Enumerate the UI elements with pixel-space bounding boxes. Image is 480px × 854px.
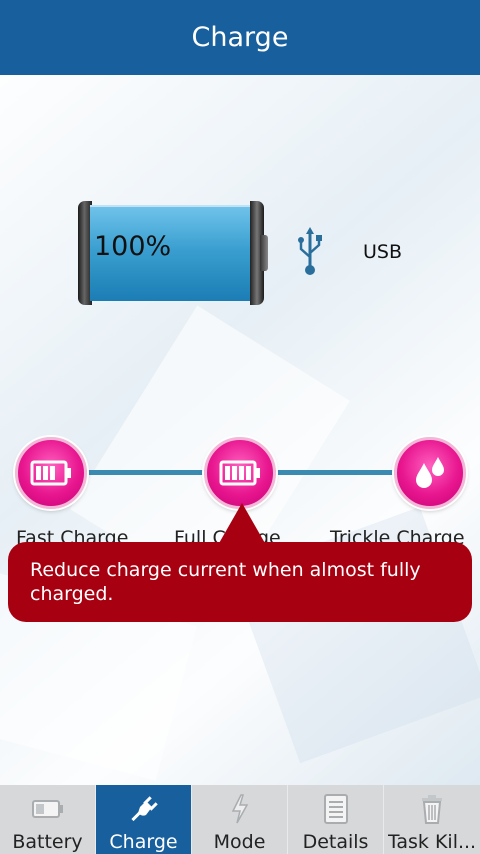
lightning-icon [231, 794, 248, 824]
tooltip-pointer [218, 503, 266, 545]
tab-task-killer-label: Task Kil... [387, 831, 477, 853]
full-charge-button[interactable] [204, 437, 276, 509]
mode-track [84, 470, 208, 475]
droplets-icon [416, 457, 444, 488]
charge-source-label: USB [363, 241, 403, 263]
page-title: Charge [191, 22, 289, 53]
tab-mode-label: Mode [213, 831, 266, 853]
battery-half-icon [30, 460, 71, 486]
fast-charge-button[interactable] [15, 437, 87, 509]
battery-percent: 100% [94, 231, 172, 262]
tooltip-text: Reduce charge current when almost fully … [30, 559, 421, 605]
tab-task-killer[interactable]: Task Kil... [384, 785, 480, 854]
document-icon [323, 794, 348, 824]
tab-battery[interactable]: Battery [0, 785, 96, 854]
trash-icon [422, 795, 442, 824]
app-header: Charge [0, 0, 480, 75]
mode-tooltip: Reduce charge current when almost fully … [8, 542, 472, 622]
tab-charge[interactable]: Charge [96, 785, 192, 854]
battery-icon [31, 800, 63, 818]
bottom-nav: Battery Charge Mode Details Task Kil... [0, 785, 480, 854]
tab-details-label: Details [302, 831, 369, 853]
battery-full-icon [219, 460, 260, 486]
tab-details[interactable]: Details [288, 785, 384, 854]
mode-track [272, 470, 396, 475]
battery-indicator: 100% [78, 201, 268, 305]
tab-charge-label: Charge [109, 831, 178, 853]
plug-icon [130, 796, 158, 822]
tab-mode[interactable]: Mode [192, 785, 288, 854]
usb-icon [298, 227, 322, 275]
tab-battery-label: Battery [12, 831, 83, 853]
charge-panel: 100% USB Fast Charge Full Charge Trickle… [0, 75, 480, 785]
trickle-charge-button[interactable] [394, 437, 466, 509]
